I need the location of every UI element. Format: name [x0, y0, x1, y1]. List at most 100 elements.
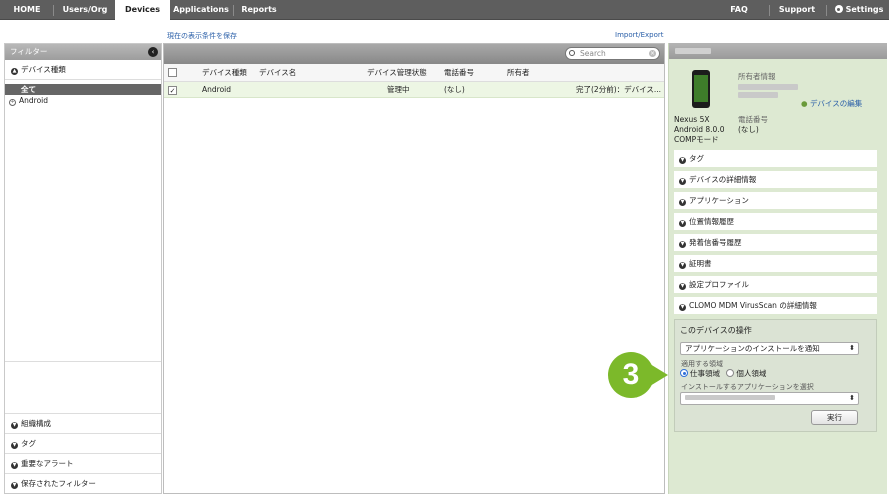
filter-section-saved[interactable]: ▼ 保存されたフィルター — [5, 473, 161, 493]
section-label: タグ — [689, 154, 704, 163]
save-view-link[interactable]: 現在の表示条件を保存 — [167, 31, 237, 41]
app-select[interactable]: ⬍ — [680, 392, 859, 405]
run-button[interactable]: 実行 — [811, 410, 858, 425]
filter-section-org[interactable]: ▼ 組織構成 — [5, 413, 161, 433]
chevron-down-icon: ▼ — [11, 482, 18, 489]
filter-item-android-label: Android — [19, 96, 48, 105]
device-summary: Nexus 5X Android 8.0.0 COMPモード — [674, 115, 724, 145]
filter-sections: ▼ 組織構成 ▼ タグ ▼ 重要なアラート ▼ 保存されたフィルター — [5, 413, 161, 493]
clear-icon[interactable]: × — [649, 50, 656, 57]
section-call-history[interactable]: ▼ 発着信番号履歴 — [674, 234, 877, 251]
nav-home[interactable]: HOME — [4, 0, 50, 20]
operation-select-value: アプリケーションのインストールを通知 — [685, 344, 820, 353]
section-profiles[interactable]: ▼ 設定プロファイル — [674, 276, 877, 293]
radio-selected-icon — [680, 369, 688, 377]
section-virusscan[interactable]: ▼ CLOMO MDM VirusScan の詳細情報 — [674, 297, 877, 314]
import-export-link[interactable]: Import/Export — [615, 31, 664, 39]
filter-section-label: 組織構成 — [21, 419, 51, 428]
chevron-down-icon: ▼ — [11, 442, 18, 449]
redacted-app-name — [685, 395, 775, 400]
search-placeholder: Search — [580, 49, 606, 58]
device-list: Search × デバイス種類 デバイス名 デバイス管理状態 電話番号 所有者 … — [163, 43, 665, 494]
scope-work-label: 仕事領域 — [690, 369, 720, 378]
phone-value: (なし) — [738, 125, 759, 134]
section-location-history[interactable]: ▼ 位置情報履歴 — [674, 213, 877, 230]
edit-device-link[interactable]: ● デバイスの編集 — [801, 98, 862, 109]
filter-header: フィルター ‹ — [5, 44, 161, 60]
nav-applications[interactable]: Applications — [171, 0, 231, 20]
cell-phone: (なし) — [444, 85, 465, 94]
android-phone-icon — [692, 70, 710, 108]
filter-section-alert[interactable]: ▼ 重要なアラート — [5, 453, 161, 473]
scope-personal-label: 個人領域 — [736, 369, 767, 378]
nav-support[interactable]: Support — [775, 0, 819, 20]
nav-faq[interactable]: FAQ — [722, 0, 756, 20]
section-label: CLOMO MDM VirusScan の詳細情報 — [689, 301, 817, 310]
section-label: 位置情報履歴 — [689, 217, 734, 226]
col-device-name[interactable]: デバイス名 — [259, 64, 296, 82]
row-checkbox[interactable]: ✓ — [168, 86, 177, 95]
filter-item-all[interactable]: 全て — [5, 84, 161, 95]
top-navigation: HOME Users/Org Devices Applications Repo… — [0, 0, 889, 21]
col-management-status[interactable]: デバイス管理状態 — [367, 64, 427, 82]
nav-reports[interactable]: Reports — [236, 0, 282, 20]
operation-select[interactable]: アプリケーションのインストールを通知 ⬍ — [680, 342, 859, 355]
scope-personal-radio[interactable]: 個人領域 — [726, 369, 766, 378]
section-label: 設定プロファイル — [689, 280, 749, 289]
nav-divider — [826, 5, 827, 16]
section-label: アプリケーション — [689, 196, 749, 205]
cell-device-type: Android — [202, 85, 231, 94]
nav-devices[interactable]: Devices — [115, 0, 170, 21]
section-device-details[interactable]: ▼ デバイスの詳細情報 — [674, 171, 877, 188]
app-select-label: インストールするアプリケーションを選択 — [681, 383, 814, 391]
col-owner[interactable]: 所有者 — [507, 64, 530, 82]
nav-divider — [53, 5, 54, 16]
select-arrows-icon: ⬍ — [849, 344, 855, 352]
redacted-owner — [738, 92, 778, 98]
device-mode: COMPモード — [674, 135, 719, 144]
section-applications[interactable]: ▼ アプリケーション — [674, 192, 877, 209]
operations-title: このデバイスの操作 — [680, 326, 752, 335]
select-arrows-icon: ⬍ — [849, 394, 855, 402]
section-certificates[interactable]: ▼ 証明書 — [674, 255, 877, 272]
filter-section-label: 重要なアラート — [21, 459, 74, 468]
nav-settings[interactable]: Settings — [832, 0, 886, 20]
filter-title: フィルター — [10, 47, 48, 56]
gear-icon — [834, 5, 843, 13]
section-label: デバイスの詳細情報 — [689, 175, 757, 184]
detail-header — [669, 43, 887, 59]
chevron-down-icon: ▼ — [679, 199, 686, 206]
search-bar: Search × — [164, 44, 664, 64]
filter-device-type[interactable]: ▲ デバイス種類 — [5, 60, 161, 80]
collapse-panel-icon[interactable]: ‹ — [148, 47, 158, 57]
chevron-down-icon: ▼ — [679, 262, 686, 269]
device-os: Android 8.0.0 — [674, 125, 725, 134]
chevron-down-icon: ▼ — [679, 220, 686, 227]
chevron-down-icon: ▼ — [11, 422, 18, 429]
section-label: 発着信番号履歴 — [689, 238, 742, 247]
radio-unselected-icon — [726, 369, 735, 377]
filter-section-tag[interactable]: ▼ タグ — [5, 433, 161, 453]
filter-device-type-label: デバイス種類 — [21, 65, 66, 74]
section-tag[interactable]: ▼ タグ — [674, 150, 877, 167]
col-phone[interactable]: 電話番号 — [444, 64, 474, 82]
device-model: Nexus 5X — [674, 115, 710, 124]
chevron-down-icon: ▼ — [679, 157, 686, 164]
nav-divider — [769, 5, 770, 16]
chevron-down-icon: ▼ — [679, 241, 686, 248]
redacted-device-name — [675, 48, 711, 54]
edit-icon: ● — [801, 99, 810, 108]
filter-item-android[interactable]: + Android — [5, 95, 161, 106]
divider — [5, 361, 161, 362]
chevron-down-icon: ▼ — [679, 178, 686, 185]
filter-section-label: 保存されたフィルター — [21, 479, 96, 488]
search-input[interactable]: Search × — [565, 47, 660, 60]
nav-users-org[interactable]: Users/Org — [56, 0, 114, 20]
select-all-checkbox[interactable] — [168, 68, 177, 77]
scope-work-radio[interactable]: 仕事領域 — [680, 369, 720, 378]
step-badge: 3 — [608, 352, 654, 398]
col-device-type[interactable]: デバイス種類 — [202, 64, 247, 82]
table-row[interactable]: ✓ Android 管理中 (なし) 完了(2分前)：デバイス... — [164, 82, 664, 98]
owner-label: 所有者情報 — [738, 72, 776, 81]
expand-icon[interactable]: + — [9, 99, 16, 106]
